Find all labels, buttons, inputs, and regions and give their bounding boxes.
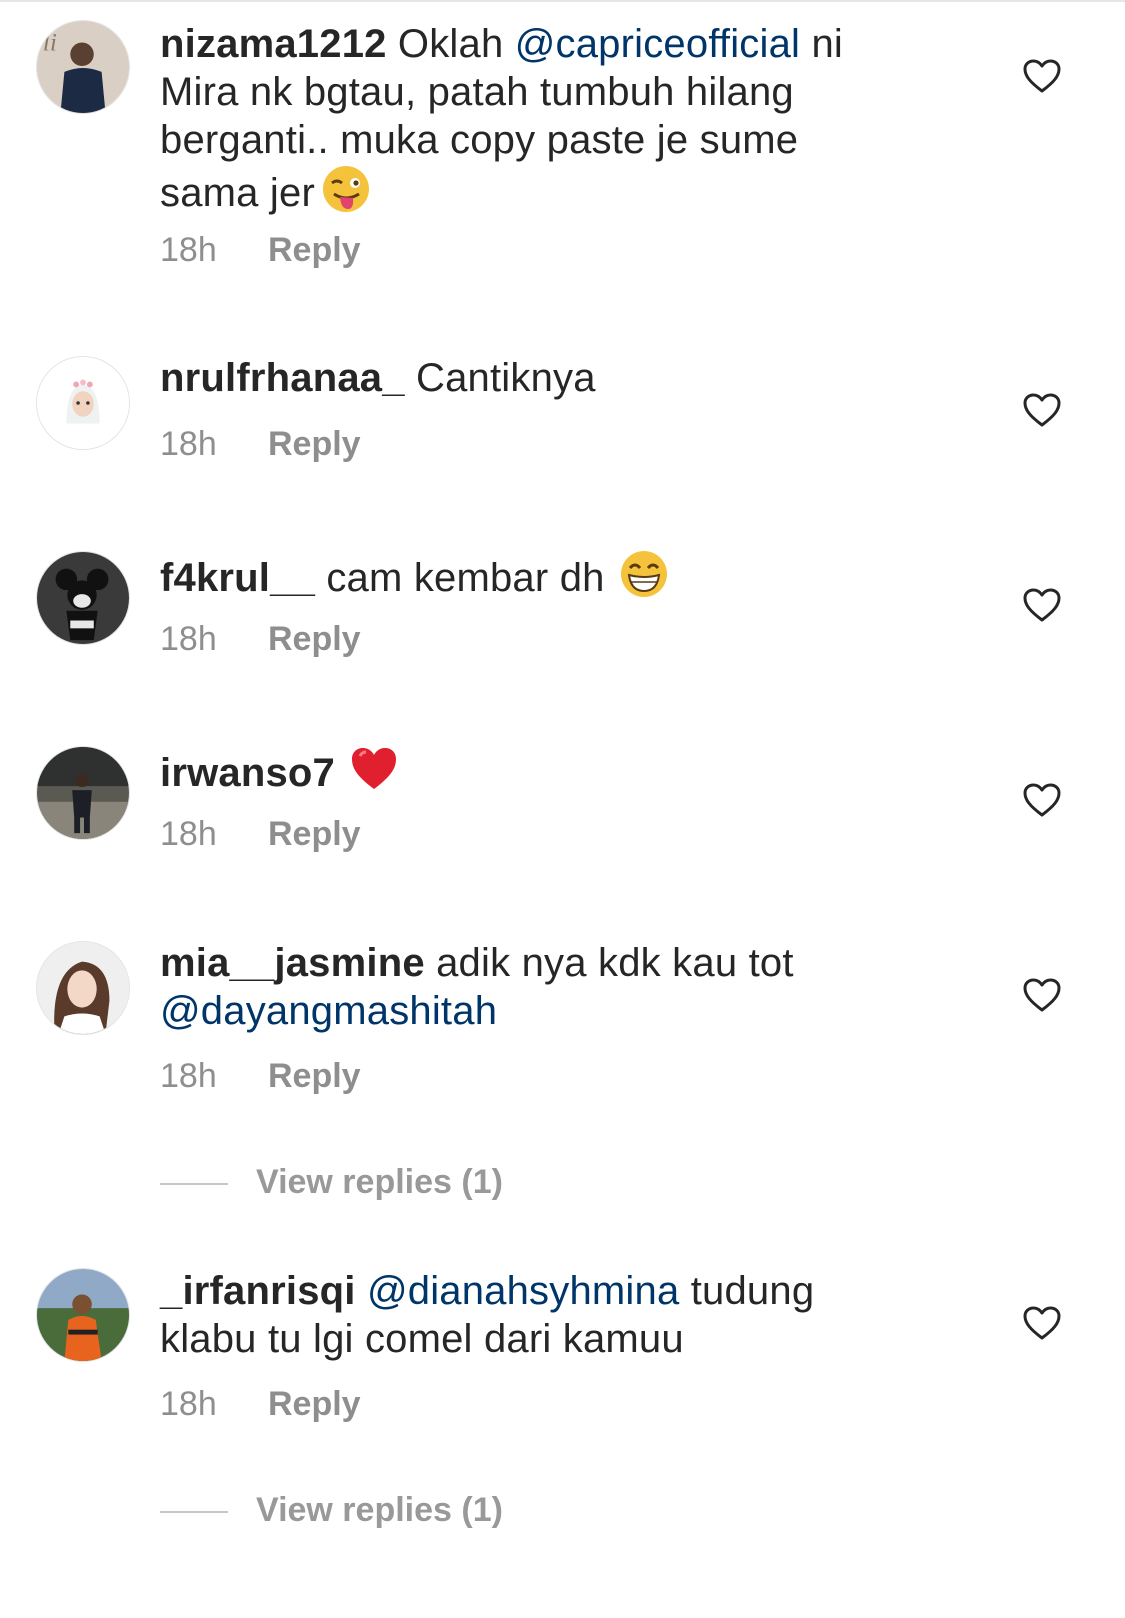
mention-link[interactable]: @dianahsyhmina — [367, 1269, 679, 1313]
winking-face-with-tongue-icon — [321, 164, 371, 214]
reply-button[interactable]: Reply — [268, 231, 361, 269]
username[interactable]: nizama1212 — [160, 22, 387, 66]
comment-text: nizama1212 Oklah @capriceofficial ni Mir… — [160, 20, 900, 217]
view-replies-button[interactable]: View replies (1) — [160, 1162, 503, 1202]
username[interactable]: irwanso7 — [160, 751, 335, 795]
svg-text:li: li — [43, 27, 57, 56]
timestamp: 18h — [160, 620, 217, 658]
red-heart-icon — [349, 744, 399, 794]
comment-body: adik nya kdk kau tot — [424, 941, 794, 985]
timestamp: 18h — [160, 815, 217, 853]
username[interactable]: nrulfrhanaa_ — [160, 356, 405, 400]
comment-meta: 18h Reply — [160, 619, 361, 659]
avatar[interactable]: li — [36, 20, 130, 114]
comment-meta: 18h Reply — [160, 424, 361, 464]
like-heart-icon[interactable] — [1022, 782, 1062, 818]
comment-meta: 18h Reply — [160, 230, 361, 270]
timestamp: 18h — [160, 1057, 217, 1095]
comment-meta: 18h Reply — [160, 1384, 361, 1424]
username[interactable]: mia__jasmine — [160, 941, 425, 985]
username[interactable]: _irfanrisqi — [160, 1269, 356, 1313]
username[interactable]: f4krul__ — [160, 556, 315, 600]
comment-body: cam kembar dh — [315, 556, 605, 600]
timestamp: 18h — [160, 231, 217, 269]
comment-text: mia__jasmine adik nya kdk kau tot @dayan… — [160, 939, 900, 1035]
avatar[interactable] — [36, 941, 130, 1035]
comment-text: _irfanrisqi @dianahsyhmina tudung klabu … — [160, 1267, 900, 1363]
comment-meta: 18h Reply — [160, 814, 361, 854]
comment-text: f4krul__ cam kembar dh — [160, 549, 900, 602]
comment-text: nrulfrhanaa_ Cantiknya — [160, 354, 900, 402]
comment-body — [356, 1269, 367, 1313]
mention-link[interactable]: @dayangmashitah — [160, 989, 497, 1033]
like-heart-icon[interactable] — [1022, 977, 1062, 1013]
reply-button[interactable]: Reply — [268, 620, 361, 658]
view-replies-button[interactable]: View replies (1) — [160, 1490, 503, 1530]
comment-meta: 18h Reply — [160, 1056, 361, 1096]
like-heart-icon[interactable] — [1022, 392, 1062, 428]
avatar[interactable] — [36, 746, 130, 840]
comment-body: Cantiknya — [404, 356, 596, 400]
like-heart-icon[interactable] — [1022, 587, 1062, 623]
reply-button[interactable]: Reply — [268, 1385, 361, 1423]
grinning-face-icon — [619, 549, 669, 599]
comment-body: Oklah — [386, 22, 515, 66]
like-heart-icon[interactable] — [1022, 58, 1062, 94]
avatar[interactable] — [36, 1268, 130, 1362]
view-replies-label: View replies (1) — [256, 1491, 503, 1529]
view-replies-divider — [160, 1511, 228, 1514]
avatar[interactable] — [36, 551, 130, 645]
comment-text: irwanso7 — [160, 744, 900, 797]
timestamp: 18h — [160, 1385, 217, 1423]
top-divider — [0, 0, 1125, 2]
view-replies-divider — [160, 1183, 228, 1186]
reply-button[interactable]: Reply — [268, 1057, 361, 1095]
reply-button[interactable]: Reply — [268, 425, 361, 463]
timestamp: 18h — [160, 425, 217, 463]
avatar[interactable] — [36, 356, 130, 450]
mention-link[interactable]: @capriceofficial — [515, 22, 800, 66]
reply-button[interactable]: Reply — [268, 815, 361, 853]
like-heart-icon[interactable] — [1022, 1305, 1062, 1341]
view-replies-label: View replies (1) — [256, 1163, 503, 1201]
